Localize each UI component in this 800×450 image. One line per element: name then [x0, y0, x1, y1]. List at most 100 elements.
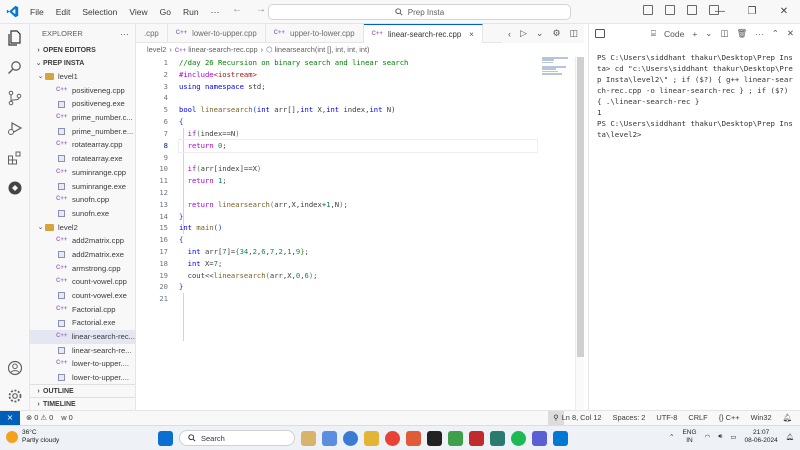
close-panel-icon[interactable]: ✕	[787, 28, 794, 39]
notifications-bell-icon[interactable]: 🔔︎	[783, 411, 792, 425]
menu-view[interactable]: View	[123, 0, 153, 24]
file-item[interactable]: C++ armstrong.cpp	[30, 262, 135, 276]
file-item[interactable]: add2matrix.exe	[30, 248, 135, 262]
terminal-more-icon[interactable]: ···	[755, 29, 764, 39]
close-tab-icon[interactable]: ×	[469, 25, 474, 44]
menu-go[interactable]: Go	[154, 0, 177, 24]
file-item[interactable]: suminrange.exe	[30, 180, 135, 194]
scrollbar-thumb[interactable]	[577, 57, 584, 357]
file-item[interactable]: Factorial.exe	[30, 316, 135, 330]
folder-level1[interactable]: ⌄ level1	[30, 70, 135, 84]
file-explorer-icon[interactable]	[364, 430, 379, 446]
tab[interactable]: C++ lower-to-upper.cpp	[168, 24, 266, 43]
tabs-scroll-left-icon[interactable]: ‹	[508, 29, 511, 39]
tab[interactable]: .cpp	[136, 24, 168, 43]
file-item[interactable]: C++ linear-search-rec...	[30, 330, 135, 344]
store-app-icon[interactable]	[448, 430, 463, 446]
outline-section[interactable]: › OUTLINE	[30, 384, 135, 397]
notification-bell-icon[interactable]: 🔔︎	[786, 433, 794, 441]
language-indicator[interactable]: ENG IN	[682, 429, 696, 445]
run-debug-icon[interactable]	[7, 120, 23, 136]
encoding-status[interactable]: UTF-8	[656, 411, 677, 425]
menu-run[interactable]: Run	[177, 0, 205, 24]
code-lines[interactable]: //day 26 Recursion on binary search and …	[178, 57, 539, 341]
ports-status[interactable]: ᴡ 0	[61, 411, 73, 425]
office-icon[interactable]	[406, 430, 421, 446]
indentation-status[interactable]: Spaces: 2	[613, 411, 646, 425]
chat-app-icon[interactable]	[322, 430, 337, 446]
file-item[interactable]: C++ sunofn.cpp	[30, 193, 135, 207]
volume-icon[interactable]: 🔊︎	[718, 433, 722, 441]
code-editor[interactable]: 1 2 3 4 5 6 7 8 9 10 11 12 13 14 15 16 17 18 19 20 21 //day …	[136, 57, 584, 410]
remote-explorer-icon[interactable]	[7, 180, 23, 196]
tab[interactable]: C++ upper-to-lower.cpp	[266, 24, 364, 43]
toggle-secondary-sidebar-icon[interactable]	[687, 5, 697, 15]
restore-button[interactable]: ❐	[736, 0, 768, 24]
command-center-search[interactable]: Prep Insta	[268, 4, 571, 20]
file-item[interactable]: C++ count-vowel.cpp	[30, 275, 135, 289]
file-item[interactable]: lower-to-upper....	[30, 371, 135, 385]
file-item[interactable]: C++ Factorial.cpp	[30, 303, 135, 317]
breadcrumb-file[interactable]: linear-search-rec.cpp	[188, 45, 257, 54]
toggle-sidebar-icon[interactable]	[643, 5, 653, 15]
problems-status[interactable]: ⊗ 0 ⚠ 0	[26, 411, 53, 425]
menu-edit[interactable]: Edit	[50, 0, 77, 24]
file-item[interactable]: C++ lower-to-upper....	[30, 357, 135, 371]
file-item[interactable]: C++ suminrange.cpp	[30, 166, 135, 180]
tray-chevron-up-icon[interactable]: ⌃	[669, 433, 674, 441]
run-code-icon[interactable]: ▷	[520, 28, 527, 39]
settings-gear-icon[interactable]	[7, 388, 23, 404]
run-dropdown-icon[interactable]: ⌄	[536, 28, 544, 39]
file-item[interactable]: count-vowel.exe	[30, 289, 135, 303]
file-item[interactable]: C++ positiveneg.cpp	[30, 84, 135, 98]
split-terminal-icon[interactable]: ◫	[720, 28, 728, 39]
file-item[interactable]: rotatearray.exe	[30, 152, 135, 166]
edge-browser-icon[interactable]	[343, 430, 358, 446]
back-arrow-icon[interactable]: ←	[232, 4, 242, 15]
account-icon[interactable]	[7, 360, 23, 376]
extensions-icon[interactable]	[7, 150, 23, 166]
timeline-section[interactable]: › TIMELINE	[30, 397, 135, 410]
terminal-label[interactable]: Code	[664, 29, 684, 39]
app-icon[interactable]	[490, 430, 505, 446]
explorer-icon[interactable]	[7, 30, 23, 46]
teams-icon[interactable]	[532, 430, 547, 446]
minimap[interactable]	[542, 57, 572, 87]
file-item[interactable]: C++ rotatearray.cpp	[30, 138, 135, 152]
project-section[interactable]: ⌄ PREP INSTA	[30, 57, 135, 70]
file-item[interactable]: sunofn.exe	[30, 207, 135, 221]
vscode-taskbar-icon[interactable]	[553, 430, 568, 446]
chrome-icon[interactable]	[385, 430, 400, 446]
breadcrumb-symbol[interactable]: linearsearch(int [], int, int, int)	[275, 45, 370, 54]
source-control-icon[interactable]	[7, 90, 23, 106]
add-terminal-icon[interactable]: +	[692, 29, 697, 39]
close-button[interactable]: ✕	[768, 0, 800, 24]
explorer-more-button[interactable]: ···	[120, 24, 129, 44]
language-mode[interactable]: {} C++	[719, 411, 740, 425]
minimize-button[interactable]: —	[704, 0, 736, 24]
trash-icon[interactable]: 🗑	[736, 28, 747, 39]
editor-scrollbar[interactable]	[575, 57, 584, 410]
file-item[interactable]: C++ prime_number.c...	[30, 111, 135, 125]
windows-start-icon[interactable]	[158, 430, 173, 446]
task-view-icon[interactable]	[301, 430, 316, 446]
clock[interactable]: 21:07 08-06-2024	[744, 429, 777, 445]
file-item[interactable]: linear-search-re...	[30, 344, 135, 358]
spotify-icon[interactable]	[511, 430, 526, 446]
file-item[interactable]: C++ add2matrix.cpp	[30, 234, 135, 248]
menu-selection[interactable]: Selection	[76, 0, 123, 24]
platform-status[interactable]: Win32	[751, 411, 772, 425]
taskbar-search[interactable]: Search	[179, 430, 295, 446]
remote-indicator-icon[interactable]: ⨯	[0, 411, 20, 425]
battery-icon[interactable]: ▭	[730, 433, 736, 441]
eol-status[interactable]: CRLF	[688, 411, 707, 425]
file-item[interactable]: positiveneg.exe	[30, 97, 135, 111]
file-item[interactable]: prime_number.e...	[30, 125, 135, 139]
mcafee-icon[interactable]	[469, 430, 484, 446]
terminal-shell-icon[interactable]: ⌸	[651, 28, 656, 39]
media-app-icon[interactable]	[427, 430, 442, 446]
wifi-icon[interactable]: ◠	[705, 433, 711, 441]
search-sidebar-icon[interactable]	[7, 60, 23, 76]
weather-widget[interactable]: 36°C Partly cloudy	[6, 429, 59, 445]
split-editor-icon[interactable]: ◫	[570, 28, 579, 39]
